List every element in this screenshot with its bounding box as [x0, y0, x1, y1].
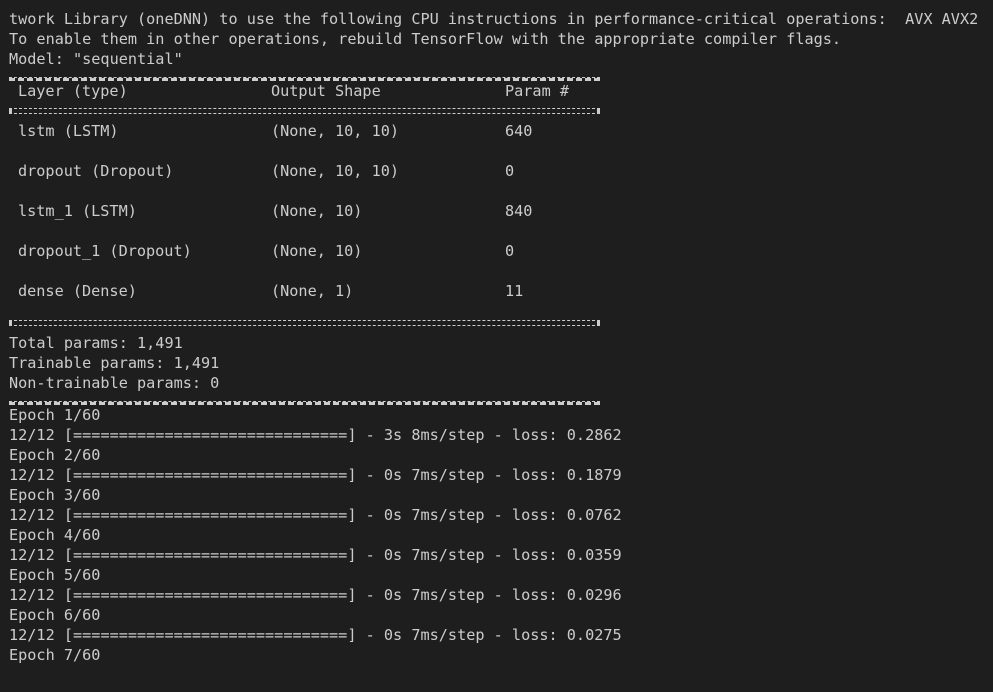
layer-output-shape: (None, 10, 10)	[271, 122, 400, 140]
layer-name: lstm (LSTM)	[18, 122, 119, 140]
epoch-progress-line: 12/12 [==============================] -…	[9, 545, 993, 565]
progress-bar: [==============================]	[63, 506, 357, 524]
epoch-label: Epoch 3/60	[9, 486, 101, 504]
model-name-line: Model: "sequential"	[9, 50, 183, 68]
progress-bar: [==============================]	[63, 466, 357, 484]
total-params: Total params: 1,491	[9, 334, 183, 352]
epoch-stats: - 0s 7ms/step - loss: 0.1879	[356, 466, 622, 484]
layer-output-shape: (None, 1)	[271, 282, 354, 300]
header-double-rule	[9, 101, 993, 121]
table-row: lstm_1 (LSTM) (None, 10) 840	[9, 201, 993, 241]
footer-double-rule	[9, 313, 993, 333]
header-layer-type: Layer (type)	[18, 82, 128, 100]
epoch-label-last: Epoch 7/60	[9, 646, 101, 664]
epoch-progress-line: 12/12 [==============================] -…	[9, 585, 993, 605]
layer-name: lstm_1 (LSTM)	[18, 202, 137, 220]
header-param-count: Param #	[505, 82, 570, 100]
non-trainable-params: Non-trainable params: 0	[9, 374, 220, 392]
table-row: dropout_1 (Dropout) (None, 10) 0	[9, 241, 993, 281]
epoch-label: Epoch 4/60	[9, 526, 101, 544]
step-count: 12/12	[9, 506, 55, 524]
layer-name: dropout (Dropout)	[18, 162, 174, 180]
progress-bar: [==============================]	[63, 586, 357, 604]
layer-output-shape: (None, 10)	[271, 202, 363, 220]
step-count: 12/12	[9, 546, 55, 564]
progress-bar: [==============================]	[63, 626, 357, 644]
epoch-progress-line: 12/12 [==============================] -…	[9, 505, 993, 525]
table-row: lstm (LSTM) (None, 10, 10) 640	[9, 121, 993, 161]
step-count: 12/12	[9, 466, 55, 484]
epoch-label: Epoch 5/60	[9, 566, 101, 584]
footer-double-dashed-rule	[9, 320, 600, 326]
epoch-label: Epoch 2/60	[9, 446, 101, 464]
epoch-stats: - 0s 7ms/step - loss: 0.0275	[356, 626, 622, 644]
epoch-progress-line: 12/12 [==============================] -…	[9, 625, 993, 645]
layer-name: dense (Dense)	[18, 282, 137, 300]
layer-param-count: 840	[505, 202, 533, 220]
warning-line-1: twork Library (oneDNN) to use the follow…	[9, 10, 979, 28]
step-count: 12/12	[9, 586, 55, 604]
layer-name: dropout_1 (Dropout)	[18, 242, 192, 260]
trainable-params: Trainable params: 1,491	[9, 354, 220, 372]
step-count: 12/12	[9, 626, 55, 644]
header-output-shape: Output Shape	[271, 82, 381, 100]
epoch-stats: - 0s 7ms/step - loss: 0.0359	[356, 546, 622, 564]
header-double-dashed-rule	[9, 108, 600, 114]
training-log: Epoch 1/60 12/12 [======================…	[9, 405, 993, 665]
layer-param-count: 0	[505, 242, 515, 260]
table-header: Layer (type) Output Shape Param #	[9, 81, 993, 101]
epoch-stats: - 3s 8ms/step - loss: 0.2862	[356, 426, 622, 444]
terminal-output[interactable]: twork Library (oneDNN) to use the follow…	[0, 0, 993, 692]
warning-line-2: To enable them in other operations, rebu…	[9, 30, 842, 48]
summary-bottom-rule	[9, 393, 993, 413]
epoch-progress-line: 12/12 [==============================] -…	[9, 425, 993, 445]
epoch-stats: - 0s 7ms/step - loss: 0.0296	[356, 586, 622, 604]
layer-param-count: 0	[505, 162, 515, 180]
epoch-stats: - 0s 7ms/step - loss: 0.0762	[356, 506, 622, 524]
progress-bar: [==============================]	[63, 546, 357, 564]
epoch-progress-line: 12/12 [==============================] -…	[9, 465, 993, 485]
bottom-dashed-rule	[9, 401, 600, 405]
epoch-label: Epoch 6/60	[9, 606, 101, 624]
step-count: 12/12	[9, 426, 55, 444]
layer-param-count: 11	[505, 282, 524, 300]
layer-param-count: 640	[505, 122, 533, 140]
progress-bar: [==============================]	[63, 426, 357, 444]
table-row: dropout (Dropout) (None, 10, 10) 0	[9, 161, 993, 201]
layer-output-shape: (None, 10, 10)	[271, 162, 400, 180]
layer-output-shape: (None, 10)	[271, 242, 363, 260]
